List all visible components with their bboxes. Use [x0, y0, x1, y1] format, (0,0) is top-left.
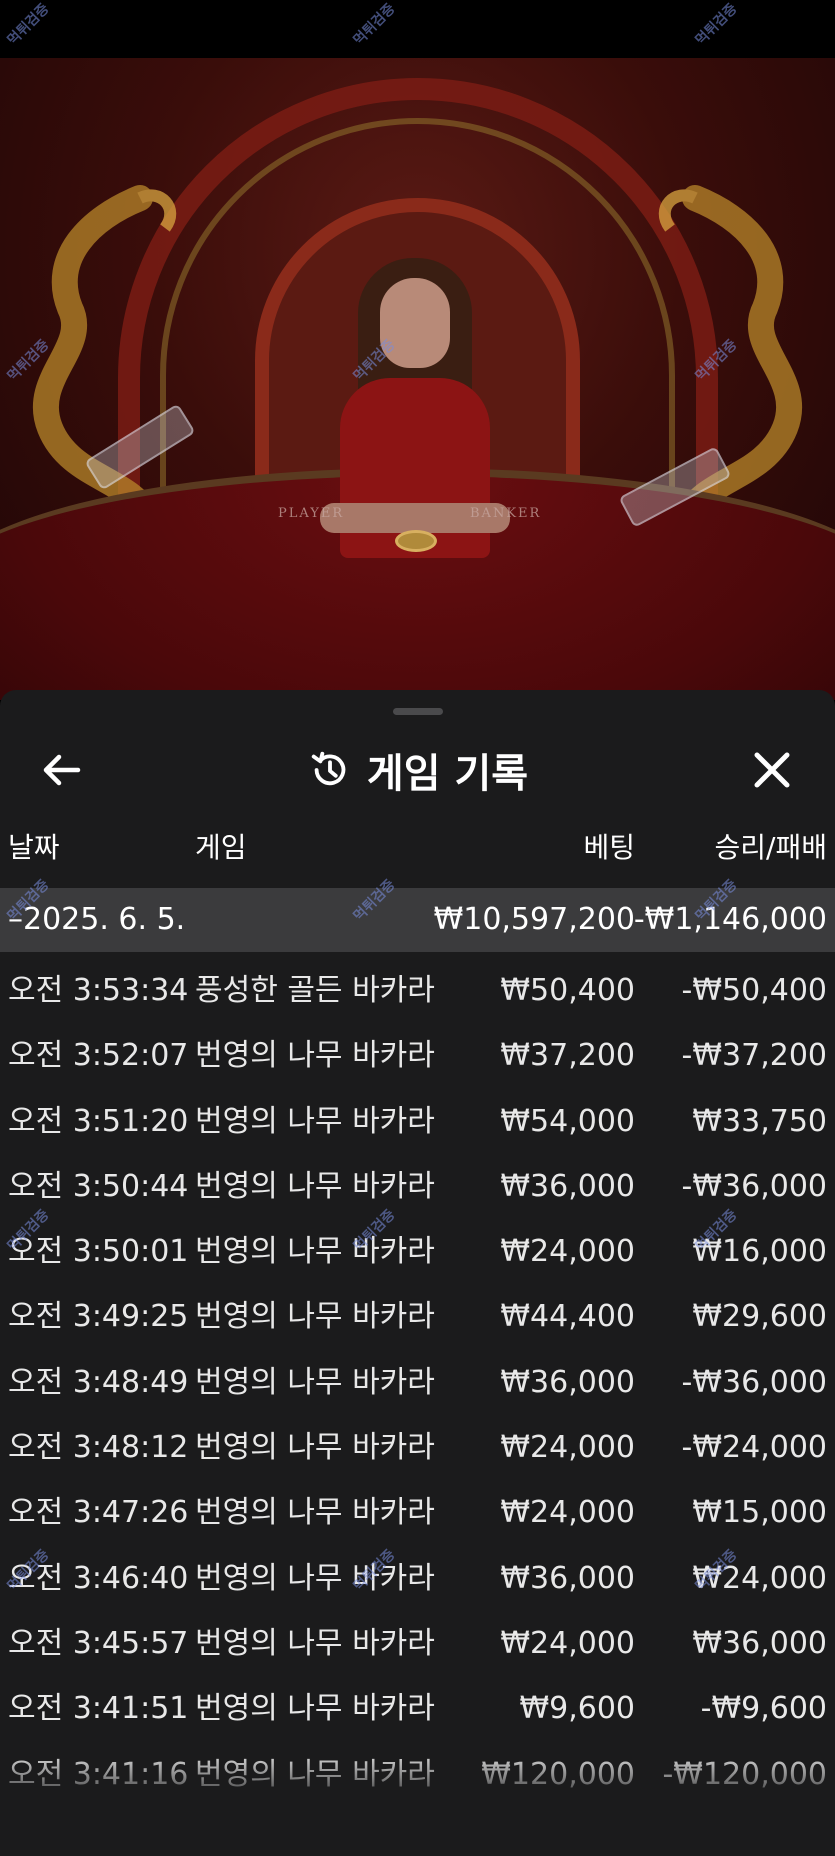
row-time: 오전 3:41:16 [8, 1756, 189, 1792]
game-history-panel: 게임 기록 날짜 게임 베팅 승리/패배 –2025. 6. 5. ₩10,59… [0, 690, 835, 1856]
table-row[interactable]: 오전 3:50:44 번영의 나무 바카라 ₩36,000 -₩36,000 [0, 1148, 835, 1213]
column-header-bet[interactable]: 베팅 [583, 820, 635, 876]
page-title: 게임 기록 [366, 751, 529, 797]
table-row[interactable]: 오전 3:41:51 번영의 나무 바카라 ₩9,600 -₩9,600 [0, 1670, 835, 1735]
panel-header: 게임 기록 [0, 730, 835, 810]
row-game: 번영의 나무 바카라 [195, 1756, 435, 1792]
history-icon [311, 751, 346, 786]
back-button[interactable] [38, 746, 86, 794]
banker-table-label: BANKER [470, 506, 542, 521]
chip-stack [395, 530, 437, 552]
table-row[interactable]: 오전 3:48:12 번영의 나무 바카라 ₩24,000 -₩24,000 [0, 1409, 835, 1474]
drag-handle[interactable] [393, 708, 443, 715]
group-bet-total: ₩10,597,200 [433, 902, 635, 937]
table-row[interactable]: 오전 3:52:07 번영의 나무 바카라 ₩37,200 -₩37,200 [0, 1017, 835, 1082]
history-list: 오전 3:53:34 풍성한 골든 바카라 ₩50,400 -₩50,400 오… [0, 952, 835, 1801]
arrow-left-icon [43, 754, 81, 786]
column-header-result[interactable]: 승리/패배 [715, 820, 827, 876]
row-bet: ₩120,000 [481, 1756, 635, 1792]
table-row[interactable]: 오전 3:48:49 번영의 나무 바카라 ₩36,000 -₩36,000 [0, 1344, 835, 1409]
table-row[interactable]: 오전 3:47:26 번영의 나무 바카라 ₩24,000 ₩15,000 [0, 1474, 835, 1539]
close-icon [754, 752, 790, 788]
player-table-label: PLAYER [278, 506, 345, 521]
title-group: 게임 기록 [0, 730, 835, 810]
row-result: -₩120,000 [662, 1756, 827, 1792]
close-button[interactable] [748, 746, 796, 794]
column-header-game[interactable]: 게임 [195, 820, 247, 876]
table-row[interactable]: 오전 3:51:20 번영의 나무 바카라 ₩54,000 ₩33,750 [0, 1083, 835, 1148]
table-row[interactable]: 오전 3:41:16 번영의 나무 바카라 ₩120,000 -₩120,000 [0, 1736, 835, 1801]
table-row[interactable]: 오전 3:45:57 번영의 나무 바카라 ₩24,000 ₩36,000 [0, 1605, 835, 1670]
column-header-date[interactable]: 날짜 [8, 820, 60, 876]
table-row[interactable]: 오전 3:49:25 번영의 나무 바카라 ₩44,400 ₩29,600 [0, 1278, 835, 1343]
table-row[interactable]: 오전 3:53:34 풍성한 골든 바카라 ₩50,400 -₩50,400 [0, 952, 835, 1017]
